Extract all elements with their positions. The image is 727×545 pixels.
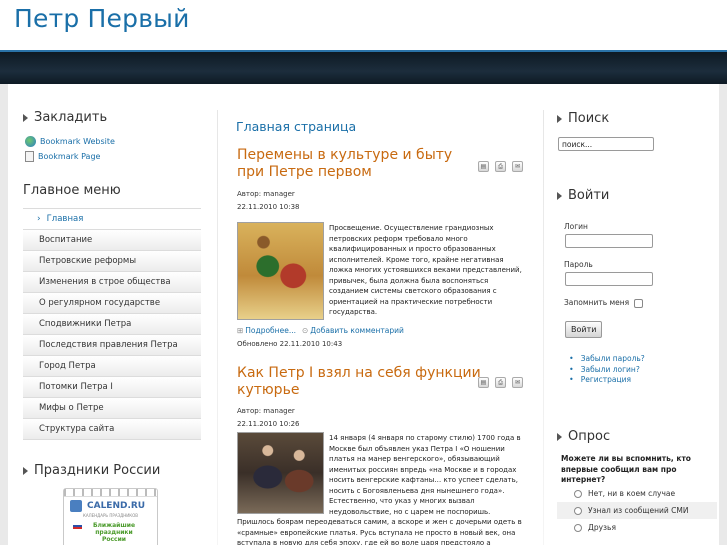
article-text: 14 января (4 января по старому стилю) 17… [329,434,521,516]
article-tools: ▤ ⎙ ✉ [478,161,523,172]
article-text: Просвещение. Осуществление грандиозных п… [329,224,522,316]
article-date: 22.11.2010 10:26 [237,420,300,428]
article-date: 22.11.2010 10:38 [237,203,300,211]
poll-option[interactable]: Нет, ни в коем случае [557,485,717,502]
menu-item-regular-state[interactable]: О регулярном государстве [23,293,201,314]
comment-icon: ⊙ [301,326,309,335]
password-label: Пароль [564,260,593,269]
calendar-widget[interactable]: CALEND.RU КАЛЕНДАРЬ ПРАЗДНИКОВ Ближайшие… [63,488,158,545]
article-author: Автор: manager [237,407,295,415]
calendar-text: Ближайшие праздники России [92,522,136,543]
search-input[interactable]: поиск... [558,137,654,151]
radio-button[interactable] [574,489,582,498]
login-label: Логин [564,222,588,231]
menu-item-descendants[interactable]: Потомки Петра I [23,377,201,398]
calendar-header: CALEND.RU [64,497,157,512]
column-divider [217,110,218,545]
bookmark-page-link[interactable]: Bookmark Page [25,149,195,164]
plus-icon: ⊞ [237,326,244,335]
module-arrow-icon [23,113,28,122]
chevron-right-icon: › [37,214,41,224]
email-icon[interactable]: ✉ [512,161,523,172]
remember-me: Запомнить меня [564,298,644,308]
main-menu-title: Главное меню [23,183,121,198]
email-icon[interactable]: ✉ [512,377,523,388]
page-icon [25,151,34,162]
column-divider [543,110,544,545]
article-links: ⊞ Подробнее... ⊙ Добавить комментарий [237,326,404,335]
add-comment-link[interactable]: ⊙ Добавить комментарий [302,326,404,335]
article-title[interactable]: Как Петр I взял на себя функции кутюрье [237,365,482,399]
russian-flag-icon [73,523,82,529]
login-button[interactable]: Войти [565,321,603,338]
main-menu: › Главная Воспитание Петровские реформы И… [23,208,201,440]
menu-item-consequences[interactable]: Последствия правления Петра [23,335,201,356]
article-image [237,222,324,320]
menu-item-reforms[interactable]: Петровские реформы [23,251,201,272]
holidays-module-title: Праздники России [23,463,160,478]
remember-me-checkbox[interactable] [634,298,644,308]
poll-option[interactable]: Друзья [557,519,717,536]
search-module-title: Поиск [557,111,609,126]
article-author: Автор: manager [237,190,295,198]
menu-item-myths[interactable]: Мифы о Петре [23,398,201,419]
read-more-link[interactable]: ⊞ Подробнее... [237,326,296,335]
menu-item-home[interactable]: › Главная [23,209,201,230]
calendar-name: CALEND.RU [87,501,146,511]
menu-item-associates[interactable]: Сподвижники Петра [23,314,201,335]
login-links: Забыли пароль? Забыли логин? Регистрация [569,354,645,386]
pdf-icon[interactable]: ▤ [478,161,489,172]
calendar-rings [64,489,157,497]
module-arrow-icon [557,114,562,123]
print-icon[interactable]: ⎙ [495,377,506,388]
forgot-login-link[interactable]: Забыли логин? [569,365,645,376]
calendar-logo-icon [70,500,82,512]
module-arrow-icon [23,466,28,475]
article-text-continued: Пришлось боярам переодеваться самим, а в… [237,518,522,545]
bookmark-list: Bookmark Website Bookmark Page [25,134,195,164]
page-title: Главная страница [236,119,357,134]
poll-question: Можете ли вы вспомнить, кто впервые сооб… [561,454,691,484]
article-updated: Обновлено 22.11.2010 10:43 [237,340,343,348]
menu-item-sitemap[interactable]: Структура сайта [23,419,201,440]
calendar-subtitle: КАЛЕНДАРЬ ПРАЗДНИКОВ [83,513,138,518]
login-module-title: Войти [557,188,609,203]
pdf-icon[interactable]: ▤ [478,377,489,388]
register-link[interactable]: Регистрация [569,375,645,386]
top-navigation-bar [0,50,727,84]
poll-options: Нет, ни в коем случае Узнал из сообщений… [557,485,717,536]
password-field[interactable] [565,272,653,286]
site-header: Петр Первый [0,0,727,50]
module-arrow-icon [557,191,562,200]
poll-module-title: Опрос [557,429,610,444]
login-field[interactable] [565,234,653,248]
menu-item-city[interactable]: Город Петра [23,356,201,377]
poll-option[interactable]: Узнал из сообщений СМИ [557,502,717,519]
bookmark-module-title: Закладить [23,110,107,125]
radio-button[interactable] [574,523,582,532]
site-title[interactable]: Петр Первый [14,4,190,33]
globe-icon [25,136,36,147]
print-icon[interactable]: ⎙ [495,161,506,172]
module-arrow-icon [557,432,562,441]
forgot-password-link[interactable]: Забыли пароль? [569,354,645,365]
article-image [237,432,324,514]
radio-button[interactable] [574,506,582,515]
article-tools: ▤ ⎙ ✉ [478,377,523,388]
menu-item-society-changes[interactable]: Изменения в строе общества [23,272,201,293]
menu-item-upbringing[interactable]: Воспитание [23,230,201,251]
bookmark-website-link[interactable]: Bookmark Website [25,134,195,149]
article-title[interactable]: Перемены в культуре и быту при Петре пер… [237,147,482,181]
